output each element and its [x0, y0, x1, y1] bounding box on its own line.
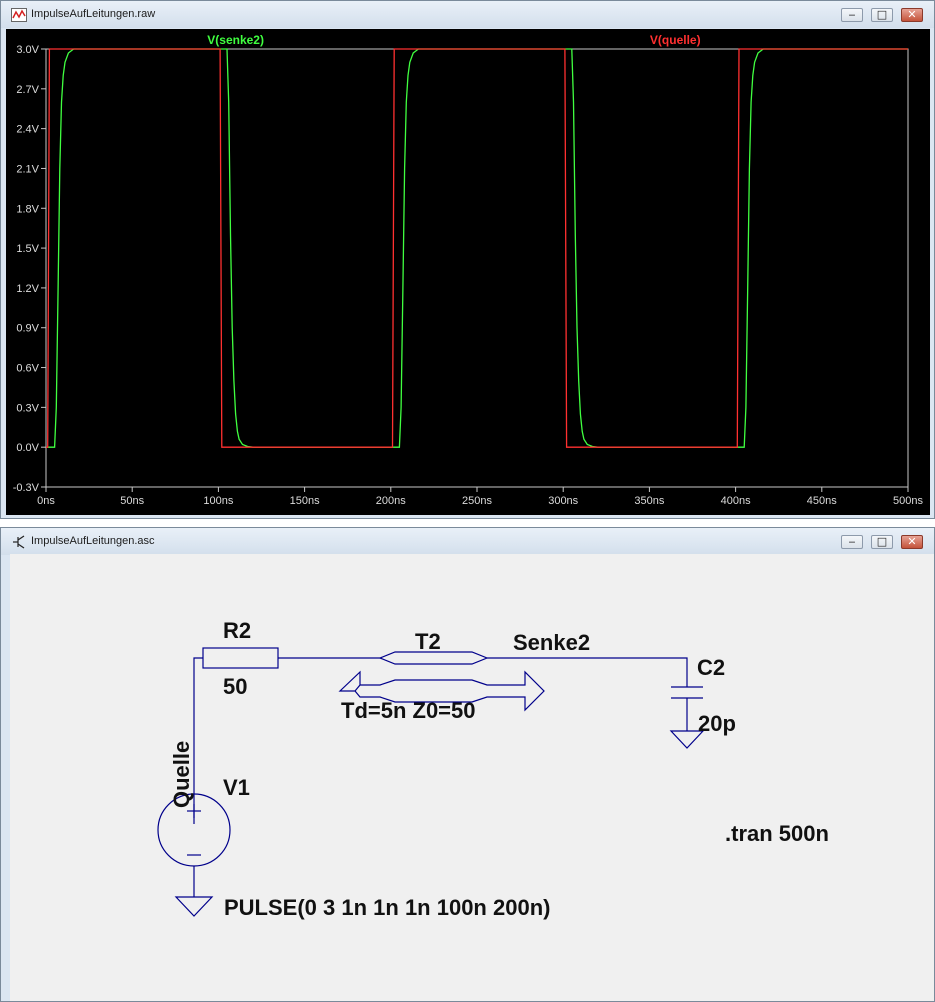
- minimize-icon: ‒: [848, 535, 856, 548]
- trace-label-vquelle[interactable]: V(quelle): [650, 33, 701, 47]
- x-tick-label: 150ns: [290, 495, 320, 507]
- x-tick-label: 450ns: [807, 495, 837, 507]
- trace-label-vsenke2[interactable]: V(senke2): [207, 33, 264, 47]
- schematic-window: ImpulseAufLeitungen.asc ‒ □ ✕ R2 50 T2 T…: [0, 527, 935, 1002]
- y-tick-label: 0.0V: [16, 442, 39, 454]
- y-tick-label: 2.1V: [16, 163, 39, 175]
- schematic-titlebar[interactable]: ImpulseAufLeitungen.asc ‒ □ ✕: [1, 528, 934, 555]
- v1-name-label: V1: [223, 775, 250, 800]
- waveform-window-title: ImpulseAufLeitungen.raw: [31, 8, 156, 20]
- maximize-icon: □: [876, 8, 888, 21]
- v1-value-label: PULSE(0 3 1n 1n 1n 100n 200n): [224, 895, 550, 920]
- voltage-source-v1[interactable]: [157, 793, 231, 897]
- close-icon: ✕: [907, 8, 917, 21]
- c2-name-label: C2: [697, 655, 725, 680]
- ground-v1[interactable]: [174, 896, 214, 917]
- y-tick-label: 2.4V: [16, 124, 39, 136]
- wire-senke2[interactable]: [487, 657, 688, 687]
- tran-directive[interactable]: .tran 500n: [725, 821, 829, 846]
- x-tick-label: 50ns: [120, 495, 144, 507]
- x-tick-label: 300ns: [548, 495, 578, 507]
- wire-quelle[interactable]: [193, 657, 203, 824]
- x-tick-label: 500ns: [893, 495, 923, 507]
- maximize-button[interactable]: □: [871, 8, 893, 22]
- t2-name-label: T2: [415, 629, 441, 654]
- schematic-app-icon: [13, 535, 25, 549]
- minimize-button[interactable]: ‒: [841, 8, 863, 22]
- maximize-button[interactable]: □: [871, 535, 893, 549]
- y-tick-label: 0.9V: [16, 323, 39, 335]
- r2-name-label: R2: [223, 618, 251, 643]
- r2-value-label: 50: [223, 674, 247, 699]
- y-tick-label: 2.7V: [16, 84, 39, 96]
- x-tick-label: 0ns: [37, 495, 55, 507]
- close-button[interactable]: ✕: [901, 535, 923, 549]
- net-label-senke2: Senke2: [513, 630, 590, 655]
- schematic-window-title: ImpulseAufLeitungen.asc: [31, 535, 155, 547]
- minimize-button[interactable]: ‒: [841, 535, 863, 549]
- y-tick-label: 0.3V: [16, 402, 39, 414]
- y-tick-label: 1.8V: [16, 203, 39, 215]
- y-tick-label: 1.5V: [16, 243, 39, 255]
- y-tick-label: 3.0V: [16, 44, 39, 56]
- waveform-plot[interactable]: 3.0V 2.7V 2.4V 2.1V 1.8V 1.5V 1.2V 0.9V 0.6V 0.3V…: [6, 29, 930, 515]
- waveform-window: ImpulseAufLeitungen.raw ‒ □ ✕ 3.0V 2.7V 2.…: [0, 0, 935, 519]
- waveform-titlebar[interactable]: ImpulseAufLeitungen.raw ‒ □ ✕: [1, 1, 934, 28]
- c2-value-label: 20p: [698, 711, 736, 736]
- x-tick-label: 250ns: [462, 495, 492, 507]
- x-tick-label: 100ns: [203, 495, 233, 507]
- maximize-icon: □: [876, 535, 888, 548]
- x-tick-label: 200ns: [376, 495, 406, 507]
- plot-background: [6, 29, 930, 515]
- y-tick-label: 1.2V: [16, 283, 39, 295]
- x-tick-label: 350ns: [634, 495, 664, 507]
- close-button[interactable]: ✕: [901, 8, 923, 22]
- schematic-drawing[interactable]: R2 50 T2 Td=5n Z0=50 Senke2 C2 20p Quell…: [10, 554, 934, 1001]
- x-tick-label: 400ns: [721, 495, 751, 507]
- minimize-icon: ‒: [848, 8, 856, 21]
- resistor-r2[interactable]: [202, 647, 279, 669]
- close-icon: ✕: [907, 535, 917, 548]
- y-tick-label: -0.3V: [13, 482, 40, 494]
- net-label-quelle: Quelle: [169, 741, 194, 808]
- schematic-canvas[interactable]: R2 50 T2 Td=5n Z0=50 Senke2 C2 20p Quell…: [10, 554, 934, 1001]
- waveform-canvas[interactable]: 3.0V 2.7V 2.4V 2.1V 1.8V 1.5V 1.2V 0.9V 0.6V 0.3V…: [6, 29, 931, 515]
- waveform-app-icon: [11, 8, 27, 22]
- y-tick-label: 0.6V: [16, 363, 39, 375]
- t2-value-label: Td=5n Z0=50: [341, 698, 476, 723]
